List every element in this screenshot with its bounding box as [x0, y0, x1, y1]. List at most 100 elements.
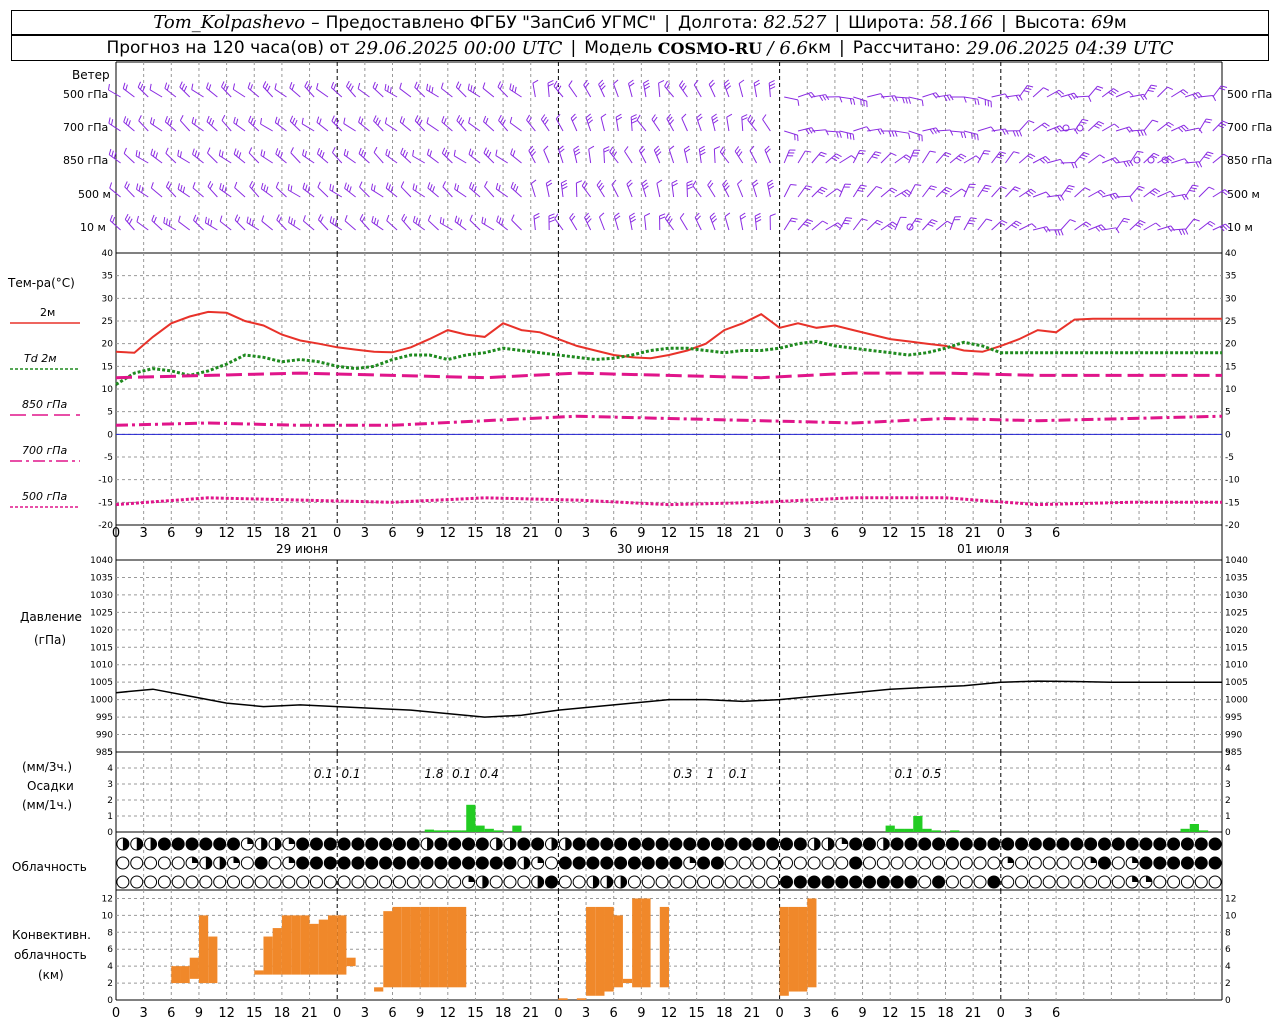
wind-barb-feather: [124, 213, 129, 220]
cloud-symbol: [627, 837, 641, 851]
wind-barb-staff: [681, 118, 688, 132]
wind-barb-staff: [797, 185, 807, 198]
wind-barb-staff: [1212, 85, 1222, 98]
wind-barb-feather: [1044, 122, 1050, 127]
conv-cloud-bar: [208, 936, 218, 984]
conv-cloud-bar: [327, 915, 338, 975]
cloud-symbol-fill: [468, 876, 475, 882]
wind-barb-feather: [1043, 87, 1050, 91]
wind-barb-feather: [905, 97, 908, 104]
wind-barb-feather: [515, 185, 519, 192]
cloud-symbol: [724, 856, 738, 870]
wind-barb-feather: [1005, 128, 1009, 135]
wind-barb-feather: [232, 83, 236, 90]
wind-barb-feather: [512, 183, 517, 190]
wind-barb-feather: [1112, 193, 1117, 200]
conv-cloud-bar: [576, 998, 587, 1000]
cloud-symbol: [752, 837, 766, 851]
wind-barb-feather: [219, 183, 222, 190]
wind-barb-feather: [955, 157, 962, 162]
cloud-symbol: [268, 856, 282, 870]
cloud-symbol: [213, 837, 227, 851]
wind-barb-staff: [469, 219, 481, 231]
conv-cloud-bar: [798, 906, 808, 992]
wind-barb-staff: [783, 217, 793, 231]
wind-barb-feather: [754, 212, 761, 217]
cloud-symbol-fill: [537, 876, 544, 888]
wind-barb-staff: [963, 96, 978, 100]
wind-barb-feather: [359, 181, 363, 188]
wind-barb-feather: [429, 150, 433, 157]
wind-barb-feather: [262, 81, 267, 87]
y-tick-label: 990: [1225, 731, 1242, 741]
cloud-symbol: [835, 875, 849, 889]
wind-barb-feather: [1012, 130, 1016, 137]
wind-barb-staff: [977, 96, 992, 102]
wind-barb-feather: [1058, 89, 1065, 95]
precip-3h-label: 0.5: [922, 767, 941, 781]
wind-barb-feather: [1013, 151, 1020, 154]
wind-barb-feather: [415, 185, 418, 192]
wind-barb-feather: [1152, 119, 1159, 123]
wind-barb-staff: [358, 121, 370, 132]
wind-barb-feather: [459, 219, 463, 226]
cloud-symbol: [766, 837, 780, 851]
hour-tick-label: 0: [997, 526, 1005, 541]
wind-barb-feather: [679, 212, 685, 219]
wind-barb-feather: [1137, 150, 1144, 154]
wind-barb-feather: [1222, 225, 1228, 230]
y-tick-label: 1010: [1225, 661, 1248, 671]
hour-tick-label: 9: [858, 526, 866, 541]
wind-barb-feather: [499, 83, 504, 90]
wind-barb-staff: [643, 216, 647, 231]
wind-barb-staff: [1212, 223, 1226, 231]
cloud-symbol: [1001, 837, 1015, 851]
wind-barb-feather: [456, 115, 461, 121]
wind-barb-staff: [726, 117, 730, 132]
wind-barb-feather: [891, 187, 898, 192]
cloud-symbol: [586, 856, 600, 870]
wind-barb-feather: [963, 96, 967, 103]
wind-barb-feather: [1180, 126, 1186, 131]
cloud-symbol: [157, 837, 171, 851]
cloud-symbol: [434, 856, 448, 870]
cloud-symbol: [448, 837, 462, 851]
hour-tick-label: 18: [937, 526, 954, 541]
precip-bar: [512, 825, 522, 832]
wind-barb-feather: [1126, 160, 1131, 167]
wind-barb-feather: [629, 215, 636, 220]
cloud-symbol-fill: [510, 838, 517, 850]
wind-barb-staff: [1005, 151, 1015, 164]
cloud-symbol: [489, 875, 503, 889]
wind-barb-feather: [277, 150, 281, 157]
wind-barb-feather: [206, 82, 209, 89]
wind-barb-feather: [616, 116, 623, 121]
cloud-symbol-fill: [150, 838, 157, 850]
wind-barb-feather: [908, 97, 911, 104]
wind-barb-feather: [471, 184, 475, 191]
wind-barb-feather: [598, 182, 603, 189]
wind-barb-feather: [821, 186, 828, 191]
cloud-symbol: [627, 856, 641, 870]
cloud-symbol: [144, 875, 158, 889]
wind-barb-feather: [624, 146, 629, 152]
wind-barb-feather: [843, 222, 850, 225]
wind-barb-feather: [287, 183, 290, 191]
wind-barb-staff: [722, 184, 730, 198]
y-tick-label: 0: [107, 430, 113, 440]
wind-barb-feather: [112, 216, 116, 223]
y-tick-label: 5: [107, 748, 113, 758]
wind-barb-feather: [859, 187, 866, 190]
wind-barb-feather: [712, 119, 719, 124]
wind-barb-feather: [960, 131, 964, 138]
y-tick-label: 15: [102, 362, 113, 372]
wind-barb-feather: [1113, 88, 1119, 93]
wind-barb-staff: [852, 218, 863, 231]
cloud-symbol: [1097, 875, 1111, 889]
wind-barb-feather: [587, 119, 594, 124]
cloud-symbol-fill: [592, 876, 599, 888]
wind-barb-staff: [1157, 86, 1168, 98]
hour-tick-label: 3: [582, 526, 590, 541]
wind-barb-feather: [468, 148, 472, 155]
wind-barb-staff: [553, 85, 564, 98]
